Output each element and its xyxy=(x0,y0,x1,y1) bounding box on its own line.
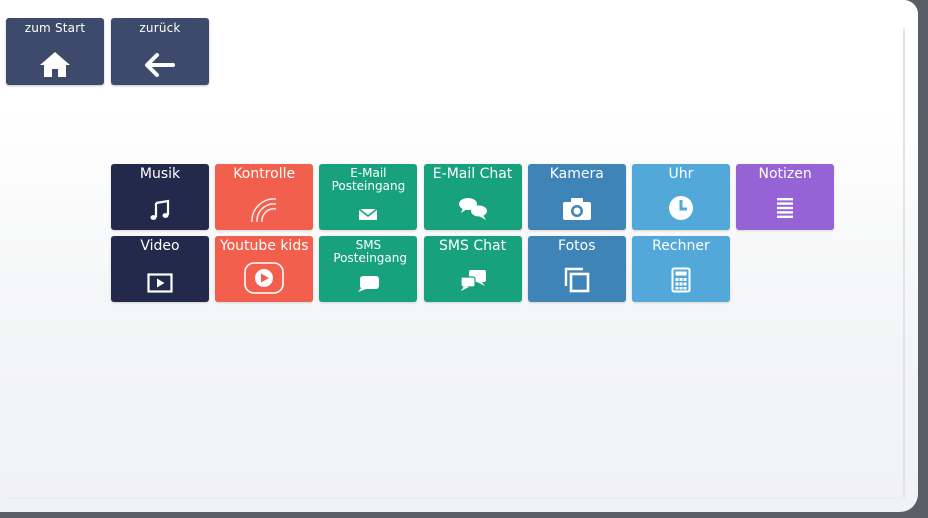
tile-label: SMS Posteingang xyxy=(333,238,407,265)
back-button-label: zurück xyxy=(139,21,181,35)
calculator-icon xyxy=(671,267,691,293)
youtube-play-icon xyxy=(244,262,284,294)
tile-label: Fotos xyxy=(558,238,596,254)
tile-kontrolle[interactable]: Kontrolle xyxy=(215,164,314,230)
tile-rechner[interactable]: Rechner xyxy=(631,236,730,302)
envelope-icon xyxy=(358,208,378,220)
screen-bottom-edge xyxy=(8,497,903,499)
sms-chat-icon xyxy=(459,270,486,291)
tile-label: E-Mail Chat xyxy=(432,166,513,182)
home-button[interactable]: zum Start xyxy=(6,18,104,85)
chat-bubbles-icon xyxy=(458,198,487,220)
tile-kamera[interactable]: Kamera xyxy=(527,164,626,230)
tile-sms-chat[interactable]: SMS Chat xyxy=(423,236,522,302)
tile-label: Rechner xyxy=(652,238,710,254)
app-grid: Musik Kontrolle E-Mail Posteingang E-Mai… xyxy=(111,164,835,302)
screen-edge xyxy=(903,28,905,498)
video-play-icon xyxy=(147,273,173,293)
signal-waves-icon xyxy=(251,198,277,223)
notes-lines-icon xyxy=(777,198,794,218)
tile-email-chat[interactable]: E-Mail Chat xyxy=(423,164,522,230)
tile-label: SMS Chat xyxy=(439,238,507,254)
camera-icon xyxy=(562,198,591,220)
message-bubble-icon xyxy=(358,276,380,292)
back-button[interactable]: zurück xyxy=(111,18,209,85)
tile-label: Uhr xyxy=(668,166,694,182)
tile-sms-posteingang[interactable]: SMS Posteingang xyxy=(319,236,418,302)
tile-label: E-Mail Posteingang xyxy=(331,166,406,193)
tile-notizen[interactable]: Notizen xyxy=(736,164,835,230)
music-note-icon xyxy=(150,199,170,220)
clock-icon xyxy=(668,196,693,220)
tile-musik[interactable]: Musik xyxy=(111,164,209,230)
photos-stack-icon xyxy=(564,267,590,293)
tile-label: Musik xyxy=(139,166,181,182)
home-icon xyxy=(40,52,70,77)
tile-label: Kontrolle xyxy=(233,166,296,182)
tile-email-posteingang[interactable]: E-Mail Posteingang xyxy=(319,164,418,230)
tile-youtube-kids[interactable]: Youtube kids xyxy=(215,236,314,302)
tile-uhr[interactable]: Uhr xyxy=(631,164,730,230)
arrow-left-icon xyxy=(145,53,175,77)
tile-label: Notizen xyxy=(758,166,812,182)
tile-fotos[interactable]: Fotos xyxy=(527,236,626,302)
tile-video[interactable]: Video xyxy=(111,236,209,302)
home-button-label: zum Start xyxy=(24,21,86,35)
tile-label: Video xyxy=(140,238,180,254)
tile-label: Kamera xyxy=(549,166,604,182)
tile-label: Youtube kids xyxy=(219,238,309,254)
